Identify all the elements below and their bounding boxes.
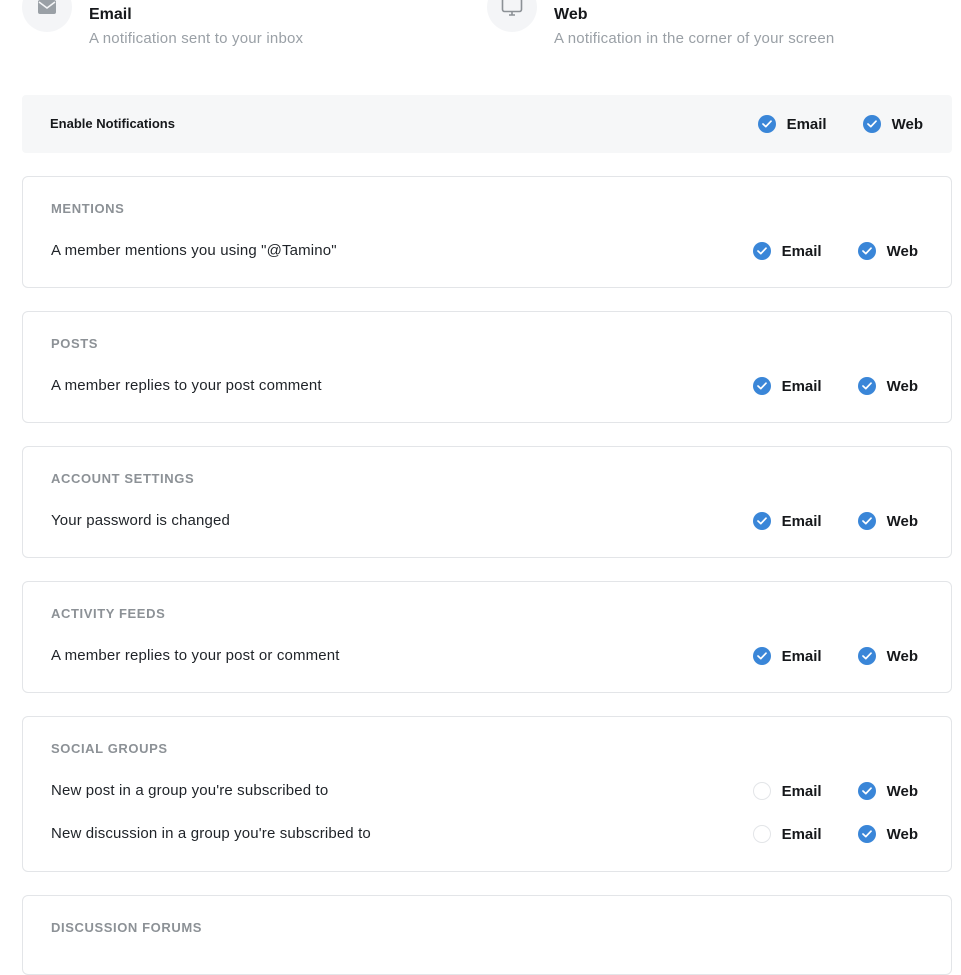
email-checkbox[interactable]: Email (752, 782, 822, 800)
legend-email-description: A notification sent to your inbox (89, 30, 304, 47)
web-checkbox[interactable]: Web (857, 825, 918, 843)
checkbox-checked-icon[interactable] (752, 647, 771, 665)
setting-row: New discussion in a group you're subscri… (23, 822, 951, 846)
email-checkbox[interactable]: Email (752, 242, 822, 260)
section-activity-feeds: ACTIVITY FEEDS A member replies to your … (22, 581, 952, 693)
checkbox-label: Web (886, 242, 918, 260)
section-heading: MENTIONS (51, 201, 125, 216)
section-heading: DISCUSSION FORUMS (51, 920, 203, 935)
email-checkbox[interactable]: Email (752, 825, 822, 843)
web-checkbox[interactable]: Web (857, 242, 918, 260)
checkbox-checked-icon[interactable] (857, 512, 876, 530)
checkbox-checked-icon[interactable] (757, 115, 776, 133)
section-social-groups: SOCIAL GROUPS New post in a group you're… (22, 716, 952, 872)
setting-text: A member mentions you using "@Tamino" (51, 242, 337, 259)
legend-email-title: Email (89, 6, 132, 23)
enable-notifications-label: Enable Notifications (50, 116, 175, 131)
checkbox-label: Email (781, 825, 822, 843)
checkbox-label: Email (781, 647, 822, 665)
legend-web-description: A notification in the corner of your scr… (554, 30, 835, 47)
envelope-icon (22, 0, 72, 32)
checkbox-checked-icon[interactable] (752, 377, 771, 395)
web-checkbox[interactable]: Web (857, 377, 918, 395)
section-heading: ACCOUNT SETTINGS (51, 471, 195, 486)
checkbox-label: Email (781, 512, 822, 530)
section-posts: POSTS A member replies to your post comm… (22, 311, 952, 423)
web-checkbox[interactable]: Web (857, 647, 918, 665)
notification-types-legend: Email A notification sent to your inbox … (22, 0, 952, 60)
checkbox-label: Web (886, 825, 918, 843)
setting-row: A member replies to your post comment Em… (23, 374, 951, 398)
checkbox-label: Email (781, 377, 822, 395)
row-checks: Email Web (752, 512, 918, 530)
monitor-icon (487, 0, 537, 32)
checkbox-label: Email (781, 242, 822, 260)
checkbox-label: Email (781, 782, 822, 800)
setting-text: New discussion in a group you're subscri… (51, 825, 371, 842)
legend-web: Web A notification in the corner of your… (487, 0, 834, 48)
checkbox-unchecked-icon[interactable] (752, 782, 771, 800)
checkbox-checked-icon[interactable] (857, 377, 876, 395)
checkbox-label: Web (891, 115, 923, 133)
setting-text: A member replies to your post or comment (51, 647, 340, 664)
checkbox-checked-icon[interactable] (862, 115, 881, 133)
checkbox-label: Email (786, 115, 827, 133)
row-checks: Email Web (752, 242, 918, 260)
email-checkbox[interactable]: Email (752, 377, 822, 395)
setting-text: New post in a group you're subscribed to (51, 782, 329, 799)
web-checkbox[interactable]: Web (857, 782, 918, 800)
checkbox-label: Web (886, 377, 918, 395)
enable-notifications-checks: Email Web (757, 115, 923, 133)
checkbox-checked-icon[interactable] (857, 825, 876, 843)
setting-row: New post in a group you're subscribed to… (23, 779, 951, 803)
enable-web-checkbox[interactable]: Web (862, 115, 923, 133)
legend-email: Email A notification sent to your inbox (22, 0, 303, 48)
section-heading: ACTIVITY FEEDS (51, 606, 166, 621)
row-checks: Email Web (752, 377, 918, 395)
setting-text: Your password is changed (51, 512, 230, 529)
enable-email-checkbox[interactable]: Email (757, 115, 827, 133)
setting-row: A member mentions you using "@Tamino" Em… (23, 239, 951, 263)
section-account-settings: ACCOUNT SETTINGS Your password is change… (22, 446, 952, 558)
checkbox-label: Web (886, 512, 918, 530)
web-checkbox[interactable]: Web (857, 512, 918, 530)
section-heading: POSTS (51, 336, 99, 351)
email-checkbox[interactable]: Email (752, 647, 822, 665)
legend-web-title: Web (554, 6, 588, 23)
setting-row: A member replies to your post or comment… (23, 644, 951, 668)
section-heading: SOCIAL GROUPS (51, 741, 168, 756)
setting-text: A member replies to your post comment (51, 377, 322, 394)
section-mentions: MENTIONS A member mentions you using "@T… (22, 176, 952, 288)
checkbox-label: Web (886, 782, 918, 800)
row-checks: Email Web (752, 647, 918, 665)
checkbox-checked-icon[interactable] (752, 512, 771, 530)
enable-notifications-bar: Enable Notifications Email Web (22, 95, 952, 153)
row-checks: Email Web (752, 782, 918, 800)
checkbox-checked-icon[interactable] (752, 242, 771, 260)
checkbox-label: Web (886, 647, 918, 665)
checkbox-checked-icon[interactable] (857, 242, 876, 260)
checkbox-checked-icon[interactable] (857, 782, 876, 800)
email-checkbox[interactable]: Email (752, 512, 822, 530)
checkbox-unchecked-icon[interactable] (752, 825, 771, 843)
row-checks: Email Web (752, 825, 918, 843)
section-discussion-forums: DISCUSSION FORUMS (22, 895, 952, 975)
setting-row: Your password is changed Email Web (23, 509, 951, 533)
checkbox-checked-icon[interactable] (857, 647, 876, 665)
